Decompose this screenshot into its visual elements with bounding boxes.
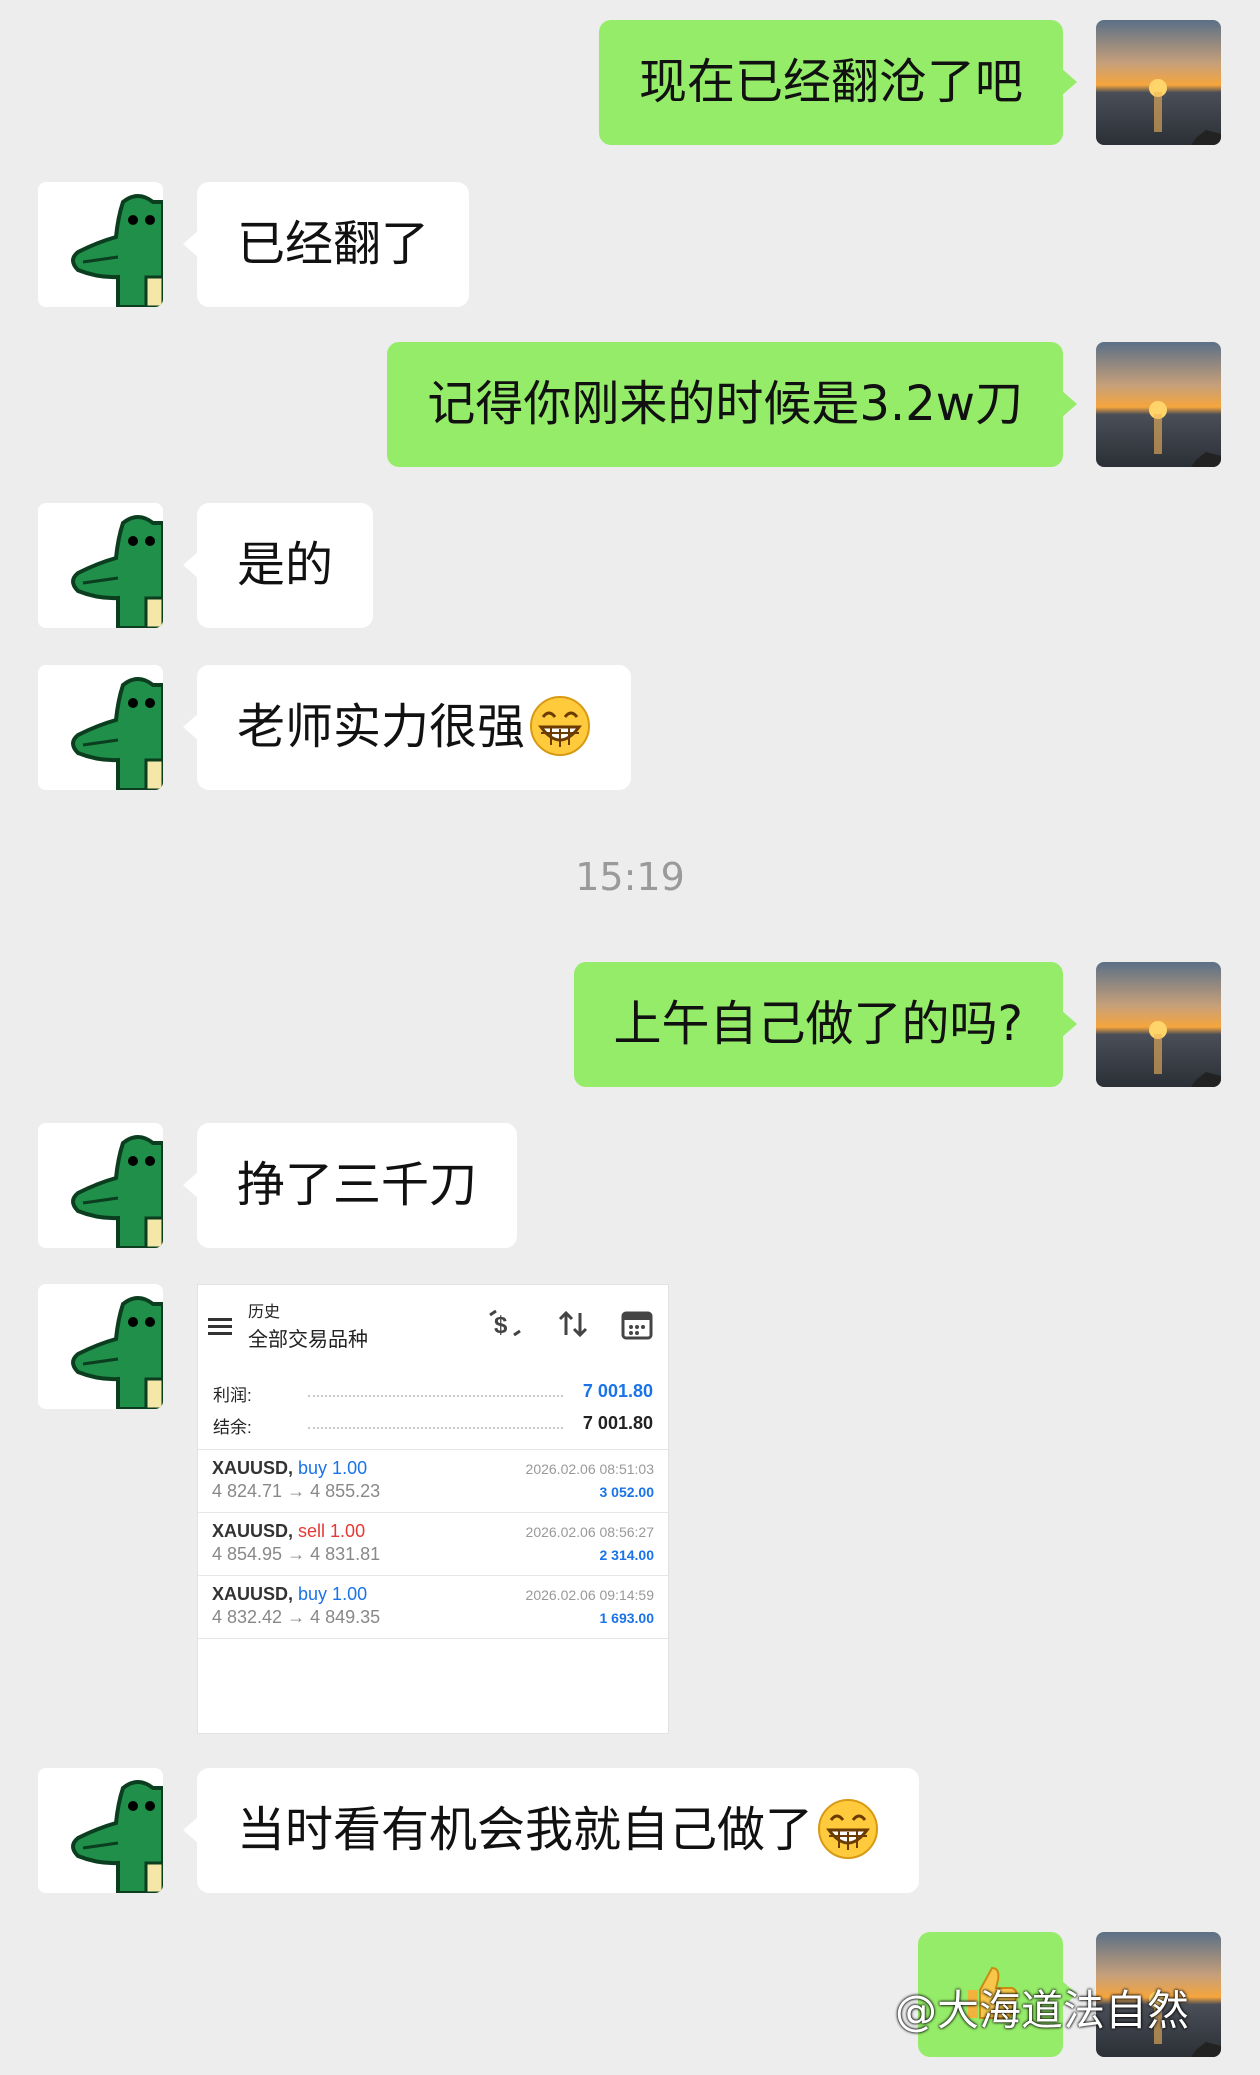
- trade-history-screenshot[interactable]: 历史 全部交易品种 $ 利润: 7 001.80 结余: 7 001.80 XA…: [197, 1284, 669, 1734]
- message-text: 当时看有机会我就自己做了: [237, 1802, 814, 1858]
- message-bubble-received[interactable]: 挣了三千刀: [182, 1123, 518, 1248]
- my-avatar[interactable]: [1096, 342, 1221, 467]
- contact-avatar[interactable]: [38, 1284, 163, 1409]
- grin-emoji-icon: [817, 1798, 879, 1860]
- calendar-icon: [621, 1311, 653, 1340]
- contact-avatar[interactable]: [38, 182, 163, 307]
- message-bubble-sent[interactable]: 现在已经翻沧了吧: [598, 20, 1078, 145]
- message-bubble-received[interactable]: 是的: [182, 503, 374, 628]
- chat-timestamp: 15:19: [575, 855, 685, 899]
- my-avatar[interactable]: [1096, 20, 1221, 145]
- dollar-exchange-icon: $: [489, 1309, 521, 1339]
- grin-emoji-icon: [529, 695, 591, 757]
- trade-row: XAUUSD, sell 1.00 4 854.95 → 4 831.81 20…: [198, 1512, 668, 1575]
- message-bubble-sent[interactable]: 记得你刚来的时候是3.2w刀: [387, 342, 1077, 467]
- contact-avatar[interactable]: [38, 1123, 163, 1248]
- trade-row: XAUUSD, buy 1.00 4 824.71 → 4 855.23 202…: [198, 1449, 668, 1512]
- message-bubble-sent[interactable]: 上午自己做了的吗?: [573, 962, 1078, 1087]
- message-bubble-received[interactable]: 老师实力很强: [182, 665, 632, 790]
- svg-text:$: $: [494, 1312, 508, 1339]
- symbol-filter: 全部交易品种: [248, 1329, 368, 1351]
- history-title: 历史: [248, 1304, 281, 1321]
- message-bubble-received[interactable]: 当时看有机会我就自己做了: [182, 1768, 920, 1893]
- sort-icon: [558, 1310, 588, 1338]
- message-text: 老师实力很强: [237, 699, 526, 755]
- contact-avatar[interactable]: [38, 503, 163, 628]
- contact-avatar[interactable]: [38, 665, 163, 790]
- my-avatar[interactable]: [1096, 962, 1221, 1087]
- balance-row: 结余: 7 001.80: [213, 1413, 653, 1437]
- profit-row: 利润: 7 001.80: [213, 1381, 653, 1405]
- message-bubble-received[interactable]: 已经翻了: [182, 182, 470, 307]
- menu-icon: [208, 1318, 232, 1335]
- watermark-text: @大海道法自然: [895, 1986, 1190, 2035]
- trade-row: XAUUSD, buy 1.00 4 832.42 → 4 849.35 202…: [198, 1575, 668, 1639]
- contact-avatar[interactable]: [38, 1768, 163, 1893]
